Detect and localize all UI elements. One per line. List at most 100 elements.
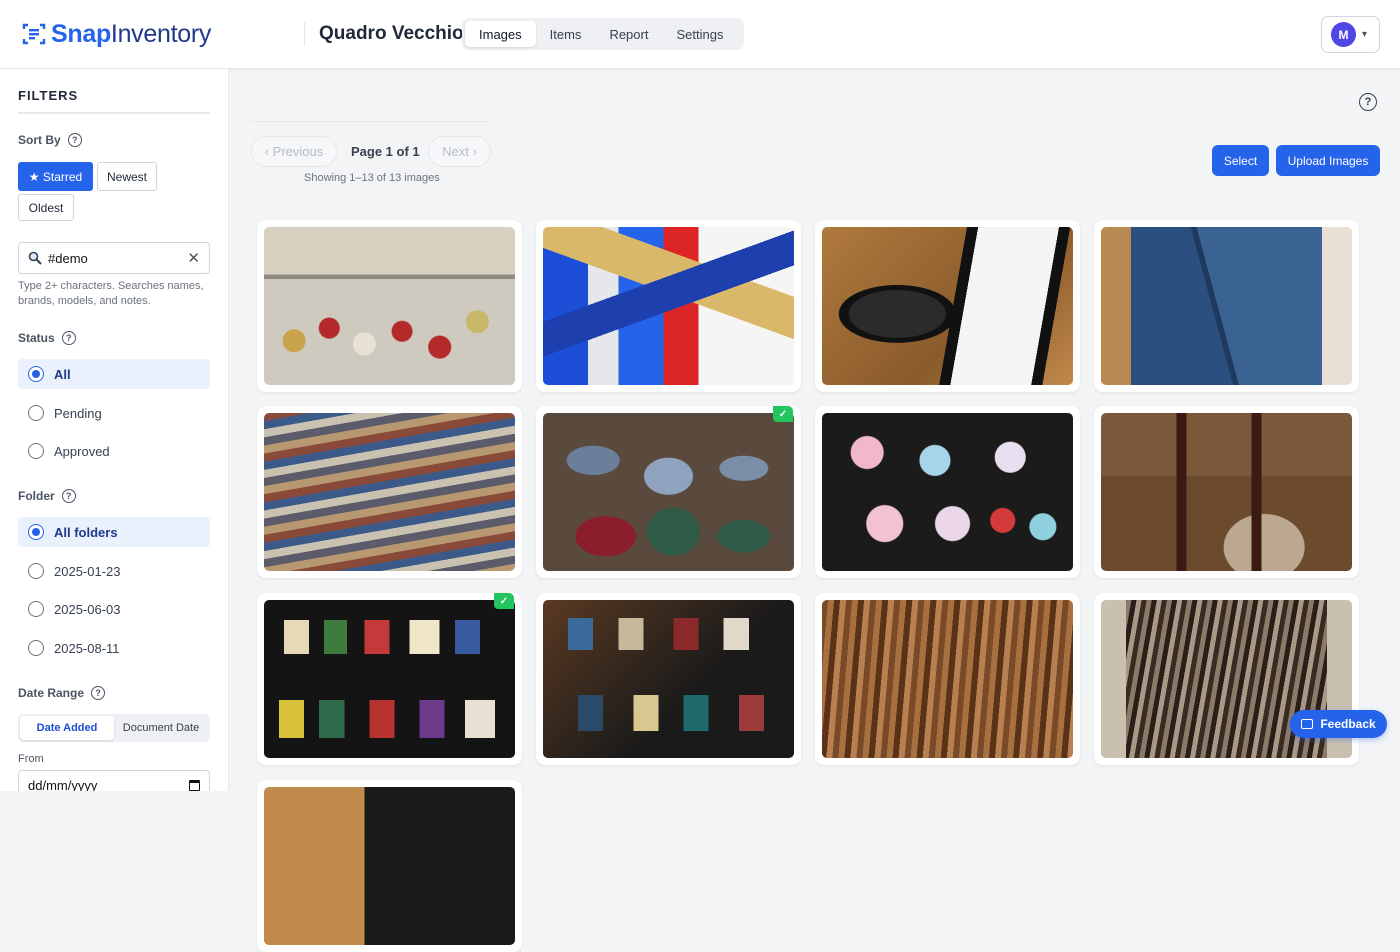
sort-oldest-button[interactable]: Oldest xyxy=(18,194,74,221)
logo-text-inventory: Inventory xyxy=(110,19,212,48)
from-date-input[interactable]: dd/mm/yyyy xyxy=(18,770,210,791)
image-card[interactable] xyxy=(1094,593,1359,765)
photo-books-on-black xyxy=(264,600,515,758)
photo-tablet-device xyxy=(822,227,1073,385)
folder-option-label: 2025-08-11 xyxy=(54,640,120,656)
feedback-label: Feedback xyxy=(1320,717,1376,731)
photo-canned-goods xyxy=(264,227,515,385)
page-info: Page 1 of 1 xyxy=(351,144,420,159)
image-card[interactable]: ✓ xyxy=(536,406,801,578)
radio-icon xyxy=(28,640,44,656)
radio-icon xyxy=(28,443,44,459)
search-input[interactable] xyxy=(48,250,173,266)
tab-items[interactable]: Items xyxy=(536,21,596,47)
project-name: Quadro Vecchio xyxy=(319,23,464,44)
photo-books-spread xyxy=(543,600,794,758)
status-label: Status ? xyxy=(18,331,76,345)
question-circle-icon[interactable]: ? xyxy=(61,489,76,503)
feedback-button[interactable]: Feedback xyxy=(1290,710,1387,738)
tab-report[interactable]: Report xyxy=(595,21,662,47)
nav-tabs: Images Items Report Settings xyxy=(462,18,744,50)
logo-text: SnapInventory xyxy=(51,20,211,49)
date-range-label-text: Date Range xyxy=(18,686,85,700)
folder-option-2025-08-11[interactable]: 2025-08-11 xyxy=(18,633,210,663)
image-card[interactable]: ✓ xyxy=(257,593,522,765)
search-icon xyxy=(28,251,42,265)
search-box: ✕ xyxy=(18,242,210,274)
showing-count: Showing 1–13 of 13 images xyxy=(304,172,440,184)
tab-images[interactable]: Images xyxy=(465,21,536,47)
clear-search-icon[interactable]: ✕ xyxy=(187,249,200,267)
sort-by-text: Sort By xyxy=(18,133,61,147)
image-card[interactable] xyxy=(536,220,801,392)
status-option-all[interactable]: All xyxy=(18,359,210,389)
filters-divider xyxy=(18,112,210,114)
image-card[interactable] xyxy=(257,220,522,392)
image-card[interactable] xyxy=(1094,406,1359,578)
date-mode-toggle: Date Added Document Date xyxy=(18,714,210,742)
date-range-label: Date Range ? xyxy=(18,686,106,700)
status-option-label: Approved xyxy=(54,443,110,459)
document-date-toggle[interactable]: Document Date xyxy=(114,716,208,740)
photo-fur-coat xyxy=(822,600,1073,758)
sort-starred-button[interactable]: ★ Starred xyxy=(18,162,93,191)
folder-option-label: All folders xyxy=(54,524,118,540)
photo-neckties xyxy=(264,413,515,571)
search-hint: Type 2+ characters. Searches names, bran… xyxy=(18,280,204,307)
next-page-button[interactable]: Next › xyxy=(428,136,491,167)
folder-option-label: 2025-06-03 xyxy=(54,601,121,617)
folder-option-2025-01-23[interactable]: 2025-01-23 xyxy=(18,556,210,586)
top-bar: SnapInventory Quadro Vecchio Images Item… xyxy=(0,0,1400,69)
image-card[interactable] xyxy=(815,593,1080,765)
upload-images-button[interactable]: Upload Images xyxy=(1276,145,1380,176)
logo-text-snap: Snap xyxy=(51,19,111,48)
status-option-label: All xyxy=(54,366,71,382)
status-option-approved[interactable]: Approved xyxy=(18,436,210,466)
status-label-text: Status xyxy=(18,331,55,345)
photo-baby-clothes xyxy=(822,413,1073,571)
tab-settings[interactable]: Settings xyxy=(662,21,737,47)
image-card[interactable] xyxy=(536,593,801,765)
date-added-toggle[interactable]: Date Added xyxy=(20,716,114,740)
image-card[interactable] xyxy=(815,220,1080,392)
folder-option-label: 2025-01-23 xyxy=(54,563,121,579)
chat-bubble-icon xyxy=(1301,719,1314,729)
question-circle-icon[interactable]: ? xyxy=(91,686,106,700)
image-card[interactable] xyxy=(1094,220,1359,392)
image-card[interactable] xyxy=(257,406,522,578)
folder-label-text: Folder xyxy=(18,489,55,503)
calendar-icon[interactable] xyxy=(189,779,200,791)
question-circle-icon[interactable]: ? xyxy=(61,331,76,345)
approved-check-icon: ✓ xyxy=(773,406,793,422)
filters-sidebar: FILTERS Sort By ? ★ Starred Newest Oldes… xyxy=(0,69,229,791)
previous-page-button[interactable]: ‹ Previous xyxy=(251,136,337,167)
status-option-label: Pending xyxy=(54,405,102,421)
approved-check-icon: ✓ xyxy=(494,593,514,609)
avatar: M xyxy=(1331,22,1356,47)
radio-icon xyxy=(28,405,44,421)
radio-icon xyxy=(28,563,44,579)
photo-blue-jacket xyxy=(1101,227,1352,385)
pager-divider xyxy=(251,121,491,122)
radio-icon xyxy=(28,601,44,617)
image-card[interactable] xyxy=(257,780,522,952)
select-button[interactable]: Select xyxy=(1212,145,1269,176)
folder-option-2025-06-03[interactable]: 2025-06-03 xyxy=(18,594,210,624)
photo-clothing-pile xyxy=(543,413,794,571)
app-logo[interactable]: SnapInventory xyxy=(22,18,211,50)
photo-wooden-chairs xyxy=(1101,413,1352,571)
sort-newest-button[interactable]: Newest xyxy=(97,162,157,191)
user-menu-button[interactable]: M ▾ xyxy=(1321,16,1380,53)
image-card[interactable] xyxy=(815,406,1080,578)
help-icon[interactable]: ? xyxy=(1359,93,1377,111)
folder-option-all[interactable]: All folders xyxy=(18,517,210,547)
filters-title: FILTERS xyxy=(18,88,79,103)
chevron-down-icon: ▾ xyxy=(1362,29,1368,40)
radio-icon xyxy=(28,524,44,540)
sort-by-label: Sort By ? xyxy=(18,133,82,147)
scan-icon xyxy=(22,23,46,45)
status-option-pending[interactable]: Pending xyxy=(18,398,210,428)
photo-pasta-boxes xyxy=(543,227,794,385)
question-circle-icon[interactable]: ? xyxy=(67,133,82,147)
folder-label: Folder ? xyxy=(18,489,76,503)
